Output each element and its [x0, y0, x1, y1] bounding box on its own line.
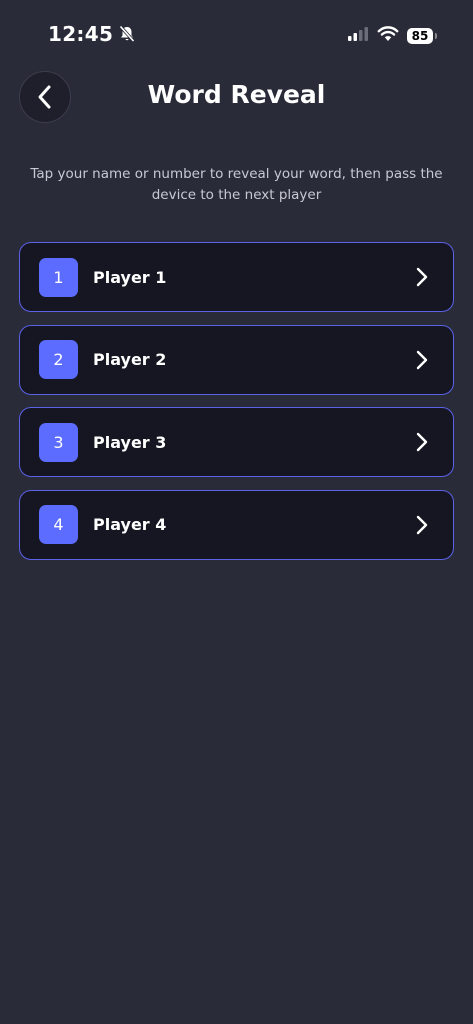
page-title: Word Reveal [147, 80, 326, 109]
instructions-text: Tap your name or number to reveal your w… [30, 166, 443, 203]
wifi-icon [377, 26, 399, 46]
status-bar: 12:45 85 [0, 0, 473, 70]
player-name: Player 3 [93, 432, 167, 452]
player-number-badge: 1 [39, 257, 78, 297]
header: Word Reveal [0, 70, 473, 126]
player-name: Player 1 [93, 267, 167, 287]
player-list: 1 Player 1 2 Player 2 3 Player 3 4 Playe… [19, 242, 454, 572]
player-row-4[interactable]: 4 Player 4 [19, 489, 454, 560]
chevron-right-icon [416, 515, 428, 534]
player-number-badge: 4 [39, 505, 78, 544]
battery-level: 85 [411, 29, 429, 43]
player-number-badge: 2 [39, 340, 78, 379]
player-row-2[interactable]: 2 Player 2 [19, 324, 454, 395]
status-icons: 85 [347, 26, 437, 46]
bell-slash-icon [117, 24, 137, 44]
status-time-text: 12:45 [48, 22, 114, 46]
signal-icon [347, 26, 369, 46]
chevron-right-icon [416, 432, 428, 452]
player-name: Player 4 [93, 515, 167, 534]
chevron-right-icon [416, 350, 428, 369]
status-time: 12:45 [48, 22, 137, 46]
chevron-right-icon [416, 267, 428, 287]
player-number-badge: 3 [39, 422, 78, 462]
player-name: Player 2 [93, 350, 167, 369]
player-row-3[interactable]: 3 Player 3 [19, 407, 454, 477]
battery-icon: 85 [407, 28, 437, 44]
player-row-1[interactable]: 1 Player 1 [19, 242, 454, 312]
